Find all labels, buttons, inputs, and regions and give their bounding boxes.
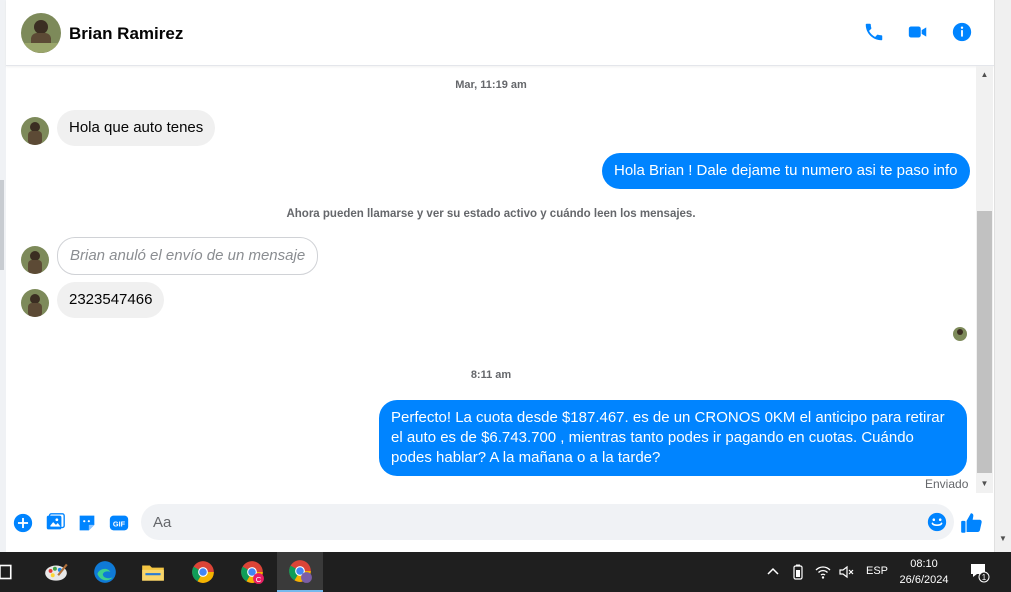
info-icon[interactable]	[950, 20, 974, 44]
language-indicator[interactable]: ESP	[866, 565, 888, 577]
message-input[interactable]	[153, 504, 913, 540]
chrome-profile-active-icon[interactable]	[277, 552, 323, 592]
scroll-down-arrow[interactable]: ▼	[976, 475, 993, 491]
window-scrollbar[interactable]: ▼	[994, 0, 1011, 552]
svg-text:C: C	[256, 575, 262, 584]
chrome-profile-c-icon[interactable]: C	[229, 552, 275, 592]
gif-icon[interactable]: GIF	[108, 512, 130, 534]
removed-message: Brian anuló el envío de un mensaje	[57, 237, 319, 275]
battery-icon[interactable]	[789, 563, 807, 581]
chrome-icon[interactable]	[180, 552, 226, 592]
sender-avatar[interactable]	[21, 117, 49, 145]
delivery-status: Enviado	[925, 477, 969, 491]
wifi-icon[interactable]	[814, 563, 832, 581]
seen-indicator-avatar	[953, 327, 967, 341]
message-scrollbar[interactable]: ▲ ▼	[976, 66, 993, 493]
sticker-icon[interactable]	[76, 512, 98, 534]
image-icon[interactable]	[44, 512, 66, 534]
notification-center-icon[interactable]: 1	[968, 561, 990, 583]
info-notice: Ahora pueden llamarse y ver su estado ac…	[286, 208, 696, 220]
paint-app-icon[interactable]	[33, 552, 79, 592]
sender-avatar[interactable]	[21, 246, 49, 274]
contact-avatar[interactable]	[21, 13, 61, 53]
notification-count: 1	[981, 573, 987, 582]
windows-taskbar: C ESP 08:10 26/6/2024 1	[0, 552, 1011, 592]
window-scroll-down-arrow[interactable]: ▼	[995, 534, 1011, 543]
message-timestamp: Mar, 11:19 am	[455, 79, 527, 91]
sender-avatar[interactable]	[21, 289, 49, 317]
edge-browser-icon[interactable]	[82, 552, 128, 592]
message-composer: GIF	[6, 498, 994, 552]
outgoing-message[interactable]: Perfecto! La cuota desde $187.467. es de…	[379, 400, 967, 476]
left-scroll-mark	[0, 180, 4, 270]
volume-muted-icon[interactable]	[837, 563, 855, 581]
file-explorer-icon[interactable]	[130, 552, 176, 592]
contact-name[interactable]: Brian Ramirez	[69, 24, 183, 44]
clock-date: 26/6/2024	[899, 574, 949, 586]
task-view-icon[interactable]	[0, 552, 16, 592]
phone-icon[interactable]	[862, 20, 886, 44]
message-input-wrapper[interactable]	[141, 504, 954, 540]
video-camera-icon[interactable]	[906, 20, 930, 44]
scroll-thumb[interactable]	[977, 211, 992, 473]
thumbs-up-icon[interactable]	[959, 510, 985, 536]
chevron-up-icon[interactable]	[764, 563, 782, 581]
chat-header: Brian Ramirez	[6, 0, 994, 66]
plus-icon[interactable]	[12, 512, 34, 534]
message-list: Mar, 11:19 am Hola que auto tenes Hola B…	[6, 66, 976, 498]
svg-text:GIF: GIF	[113, 520, 126, 529]
system-clock[interactable]: 08:10 26/6/2024	[893, 556, 955, 588]
scroll-up-arrow[interactable]: ▲	[976, 66, 993, 82]
incoming-message[interactable]: 2323547466	[57, 282, 165, 318]
incoming-message[interactable]: Hola que auto tenes	[57, 110, 216, 146]
emoji-icon[interactable]	[926, 511, 948, 533]
clock-time: 08:10	[910, 558, 938, 570]
outgoing-message[interactable]: Hola Brian ! Dale dejame tu numero asi t…	[602, 153, 970, 189]
message-timestamp: 8:11 am	[470, 369, 512, 381]
